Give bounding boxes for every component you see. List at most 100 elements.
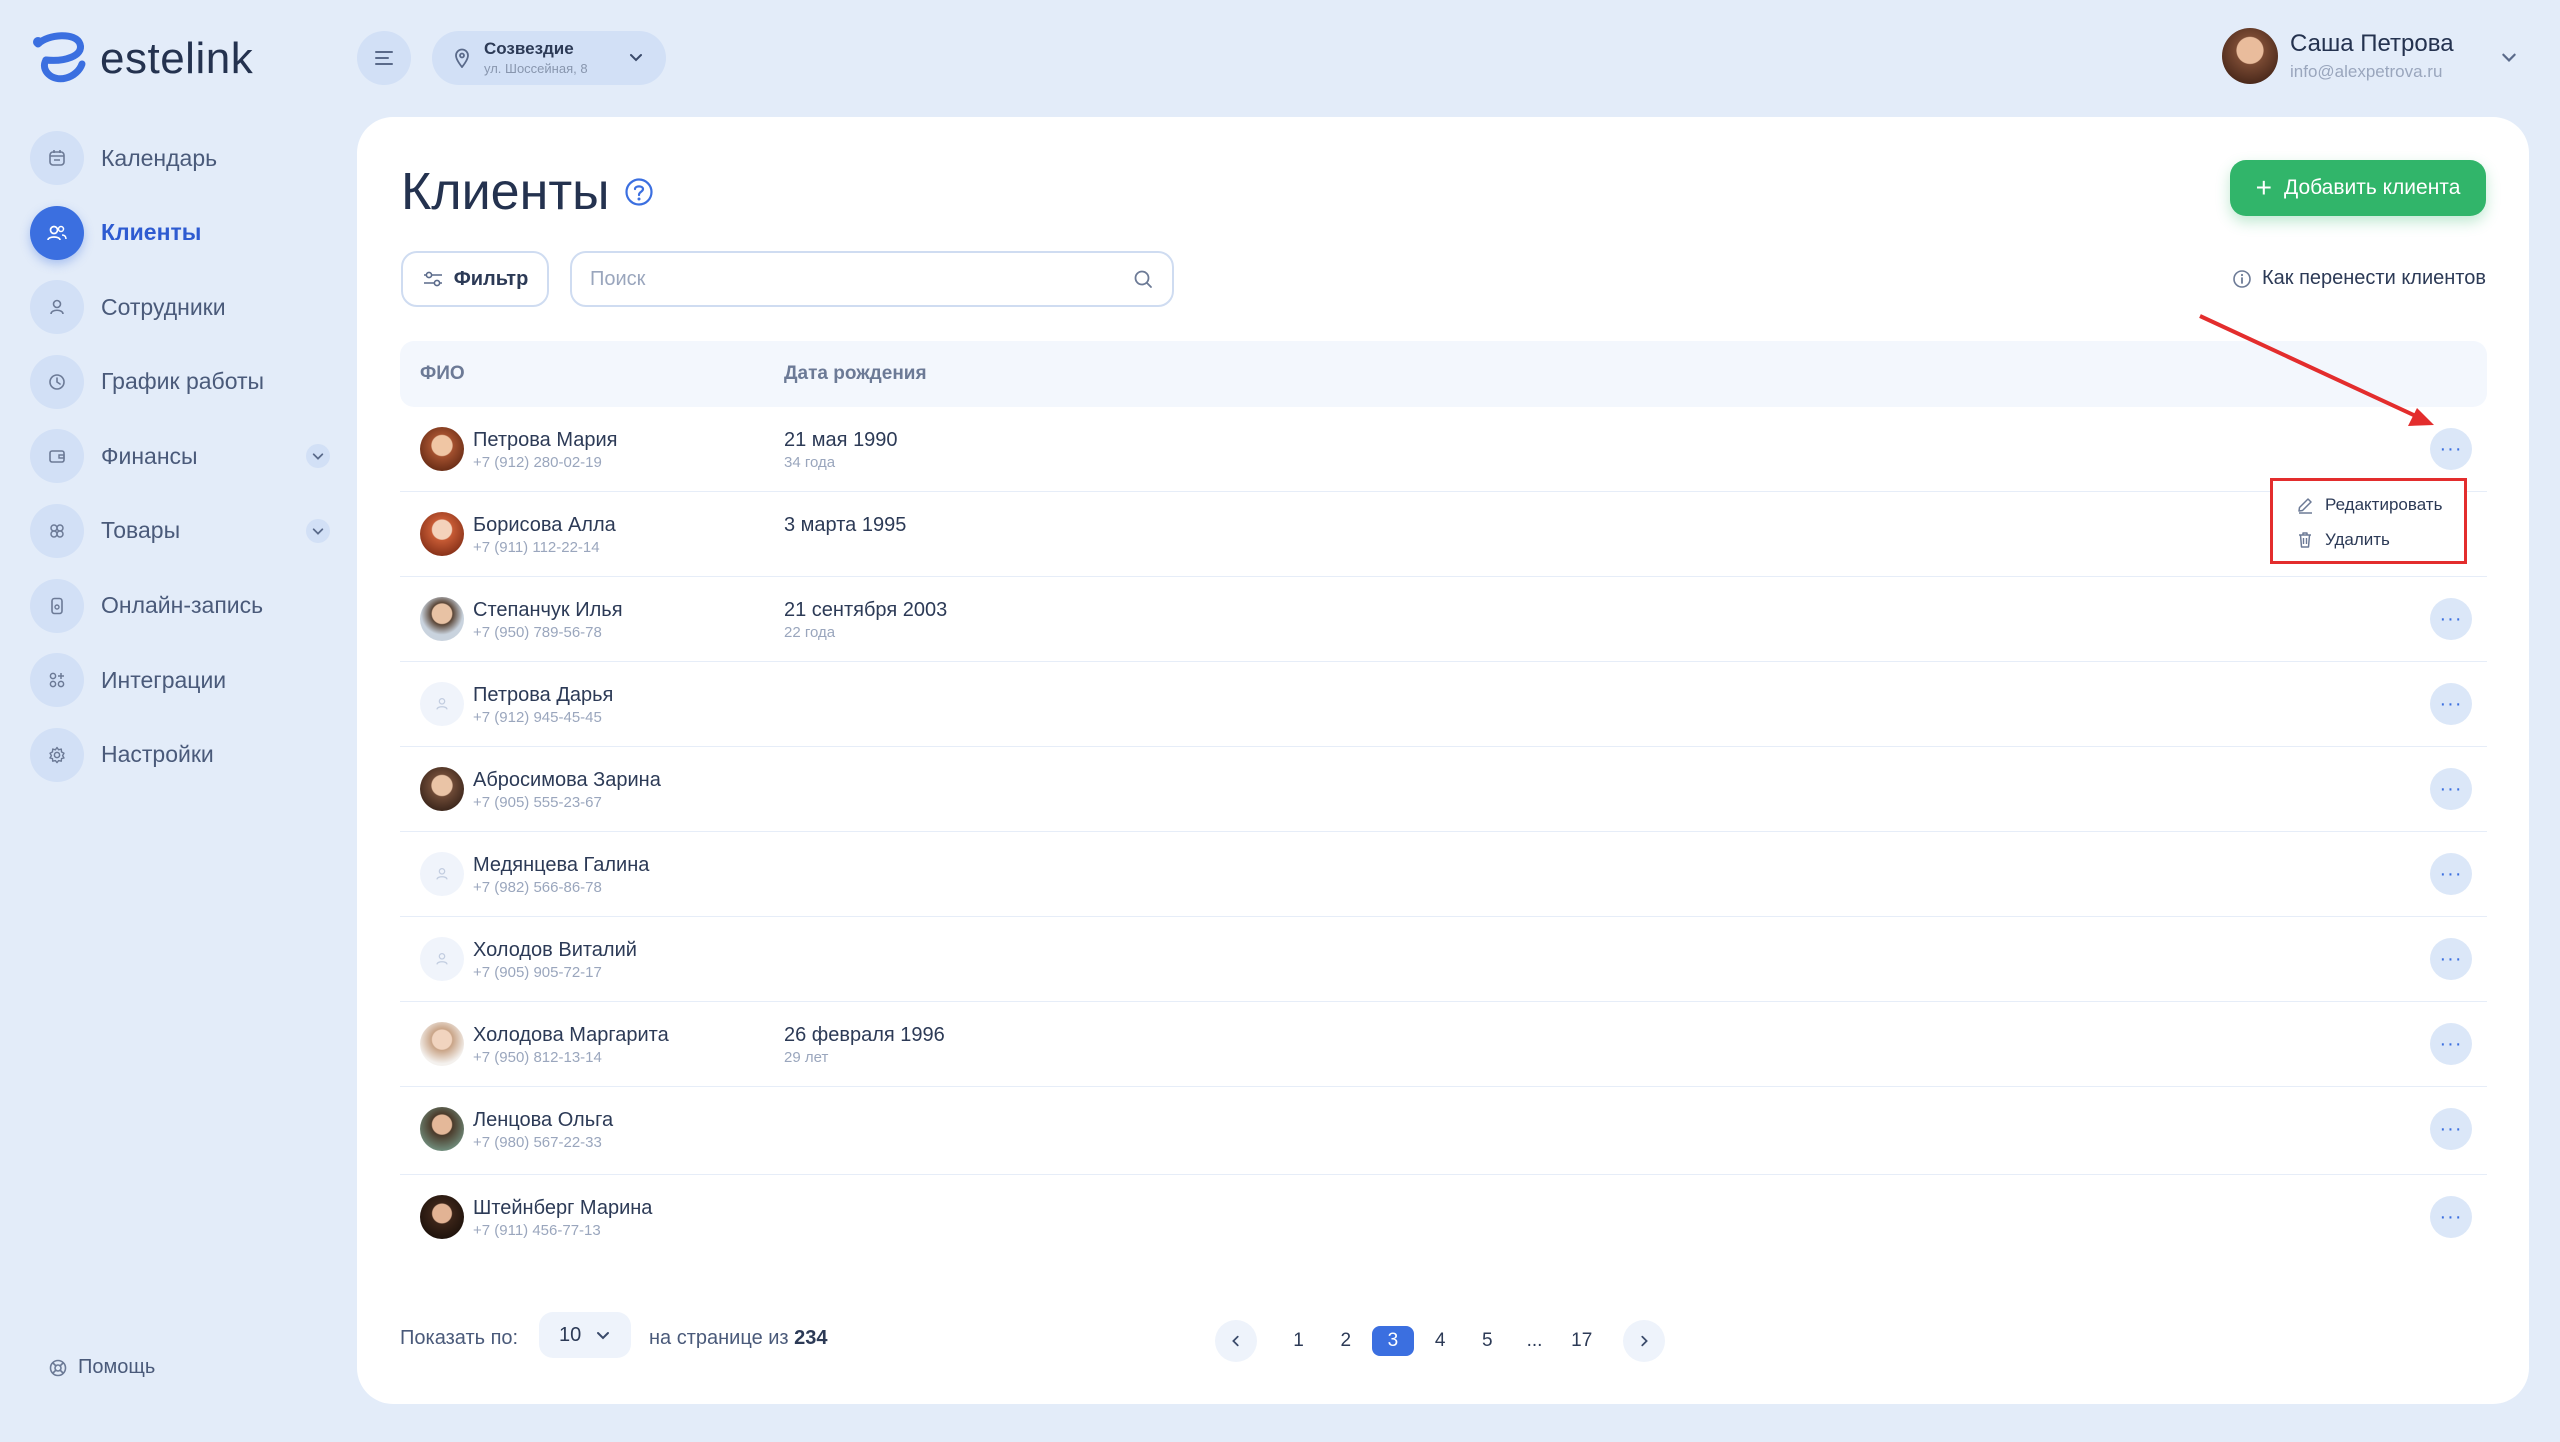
sidebar-item-label: Финансы xyxy=(101,442,198,469)
search-box xyxy=(570,251,1174,307)
page-title: Клиенты xyxy=(401,162,654,222)
page-5[interactable]: 5 xyxy=(1466,1326,1508,1356)
client-age: 22 года xyxy=(784,624,836,641)
client-name: Ленцова Ольга xyxy=(473,1109,614,1131)
search-input[interactable] xyxy=(590,267,1132,291)
filter-button[interactable]: Фильтр xyxy=(401,251,549,307)
edit-menu-item[interactable]: Редактировать xyxy=(2295,495,2442,515)
sidebar-item-settings[interactable]: Настройки xyxy=(30,727,330,783)
client-phone: +7 (912) 945-45-45 xyxy=(473,709,602,726)
delete-menu-item[interactable]: Удалить xyxy=(2295,530,2390,550)
page-17[interactable]: 17 xyxy=(1561,1326,1603,1356)
row-actions-button[interactable]: ··· xyxy=(2430,1023,2472,1065)
client-phone: +7 (912) 280-02-19 xyxy=(473,454,602,471)
table-header: ФИО Дата рождения xyxy=(400,341,2487,407)
row-actions-menu: Редактировать Удалить xyxy=(2270,478,2467,564)
page-4[interactable]: 4 xyxy=(1419,1326,1461,1356)
row-actions-button[interactable]: ··· xyxy=(2430,1108,2472,1150)
client-name: Холодов Виталий xyxy=(473,939,637,961)
user-name: Саша Петрова xyxy=(2290,30,2454,57)
client-name: Петрова Дарья xyxy=(473,684,614,706)
location-select[interactable]: Созвездие ул. Шоссейная, 8 xyxy=(432,31,666,85)
sidebar-item-label: Сотрудники xyxy=(101,293,226,320)
how-to-transfer-link[interactable]: Как перенести клиентов xyxy=(2232,267,2486,290)
table-row[interactable]: Петрова Мария +7 (912) 280-02-19 21 мая … xyxy=(400,407,2487,492)
per-page-label: Показать по: xyxy=(400,1327,519,1349)
next-page-button[interactable] xyxy=(1623,1320,1666,1362)
sidebar-item-integrations[interactable]: Интеграции xyxy=(30,652,330,708)
page-1[interactable]: 1 xyxy=(1278,1326,1320,1356)
table-row[interactable]: Штейнберг Марина +7 (911) 456-77-13 ··· xyxy=(400,1175,2487,1263)
column-header-name[interactable]: ФИО xyxy=(420,363,465,385)
calendar-icon xyxy=(49,150,65,166)
expand-finance-button[interactable] xyxy=(306,444,330,469)
avatar-placeholder xyxy=(420,682,464,726)
sidebar-item-label: Онлайн-запись xyxy=(101,592,264,619)
help-link[interactable]: Помощь xyxy=(48,1356,155,1379)
menu-icon xyxy=(375,51,393,65)
avatar xyxy=(420,767,464,811)
page-title-text: Клиенты xyxy=(401,163,610,221)
column-header-birthday[interactable]: Дата рождения xyxy=(784,363,927,385)
prev-page-button[interactable] xyxy=(1215,1320,1257,1362)
avatar xyxy=(420,512,464,556)
search-icon[interactable] xyxy=(1132,268,1154,290)
row-actions-button[interactable]: ··· xyxy=(2430,938,2472,980)
per-page-select[interactable]: 10 xyxy=(539,1312,631,1358)
table-row[interactable]: Ленцова Ольга +7 (980) 567-22-33 ··· xyxy=(400,1087,2487,1175)
sidebar-item-products[interactable]: Товары xyxy=(30,503,330,559)
client-name: Петрова Мария xyxy=(473,429,618,451)
chevron-down-icon xyxy=(312,453,324,461)
row-actions-button[interactable]: ··· xyxy=(2430,598,2472,640)
user-placeholder-icon xyxy=(436,867,448,880)
brand-logo[interactable]: estelink xyxy=(30,30,253,88)
client-birthday: 26 февраля 1996 xyxy=(784,1024,945,1046)
client-name: Штейнберг Марина xyxy=(473,1197,653,1219)
filter-sliders-icon xyxy=(423,271,442,287)
user-avatar xyxy=(2222,28,2278,84)
user-menu-chevron-icon[interactable] xyxy=(2500,48,2518,66)
table-row[interactable]: Холодова Маргарита +7 (950) 812-13-14 26… xyxy=(400,1002,2487,1087)
client-name: Степанчук Илья xyxy=(473,599,623,621)
sidebar-item-schedule[interactable]: График работы xyxy=(30,354,330,410)
expand-products-button[interactable] xyxy=(306,518,330,543)
page-3-current[interactable]: 3 xyxy=(1371,1326,1414,1356)
chevron-down-icon xyxy=(312,528,324,535)
table-row[interactable]: Петрова Дарья +7 (912) 945-45-45 ··· xyxy=(400,662,2487,747)
table-row[interactable]: Холодов Виталий +7 (905) 905-72-17 ··· xyxy=(400,917,2487,1002)
avatar xyxy=(420,1022,464,1066)
user-email: info@alexpetrova.ru xyxy=(2290,62,2443,81)
client-name: Медянцева Галина xyxy=(473,854,650,876)
table-row[interactable]: Абросимова Зарина +7 (905) 555-23-67 ··· xyxy=(400,747,2487,832)
row-actions-button[interactable]: ··· xyxy=(2430,853,2472,895)
sidebar-item-online-booking[interactable]: Онлайн-запись xyxy=(30,578,330,634)
client-phone: +7 (982) 566-86-78 xyxy=(473,879,602,896)
sidebar-item-clients[interactable]: Клиенты xyxy=(30,205,330,261)
row-actions-button[interactable]: ··· xyxy=(2430,1196,2472,1238)
sidebar-item-calendar[interactable]: Календарь xyxy=(30,130,330,186)
location-name: Созвездие xyxy=(484,39,574,58)
row-actions-button[interactable]: ··· xyxy=(2430,768,2472,810)
row-actions-button[interactable]: ··· xyxy=(2430,683,2472,725)
question-icon[interactable] xyxy=(624,177,654,207)
sidebar-item-employees[interactable]: Сотрудники xyxy=(30,279,330,335)
row-actions-button[interactable]: ··· xyxy=(2430,428,2472,470)
sidebar-item-finance[interactable]: Финансы xyxy=(30,428,330,484)
employee-icon xyxy=(50,299,64,315)
trash-icon xyxy=(2299,532,2311,548)
table-row[interactable]: Борисова Алла +7 (911) 112-22-14 3 марта… xyxy=(400,492,2487,577)
logo-icon xyxy=(33,32,86,83)
page-2[interactable]: 2 xyxy=(1325,1326,1367,1356)
products-icon xyxy=(50,524,64,538)
user-placeholder-icon xyxy=(436,952,448,965)
menu-toggle-button[interactable] xyxy=(357,31,411,85)
how-to-transfer-label: Как перенести клиентов xyxy=(2261,267,2486,289)
clients-panel: Клиенты + Добавить клиента Фильтр Как пе… xyxy=(357,117,2529,1404)
user-profile[interactable]: Саша Петрова info@alexpetrova.ru xyxy=(2222,28,2454,84)
plus-icon: + xyxy=(2255,172,2272,203)
table-row[interactable]: Медянцева Галина +7 (982) 566-86-78 ··· xyxy=(400,832,2487,917)
user-placeholder-icon xyxy=(436,697,448,710)
client-name: Абросимова Зарина xyxy=(473,769,661,791)
table-row[interactable]: Степанчук Илья +7 (950) 789-56-78 21 сен… xyxy=(400,577,2487,662)
add-client-button[interactable]: + Добавить клиента xyxy=(2230,160,2486,216)
